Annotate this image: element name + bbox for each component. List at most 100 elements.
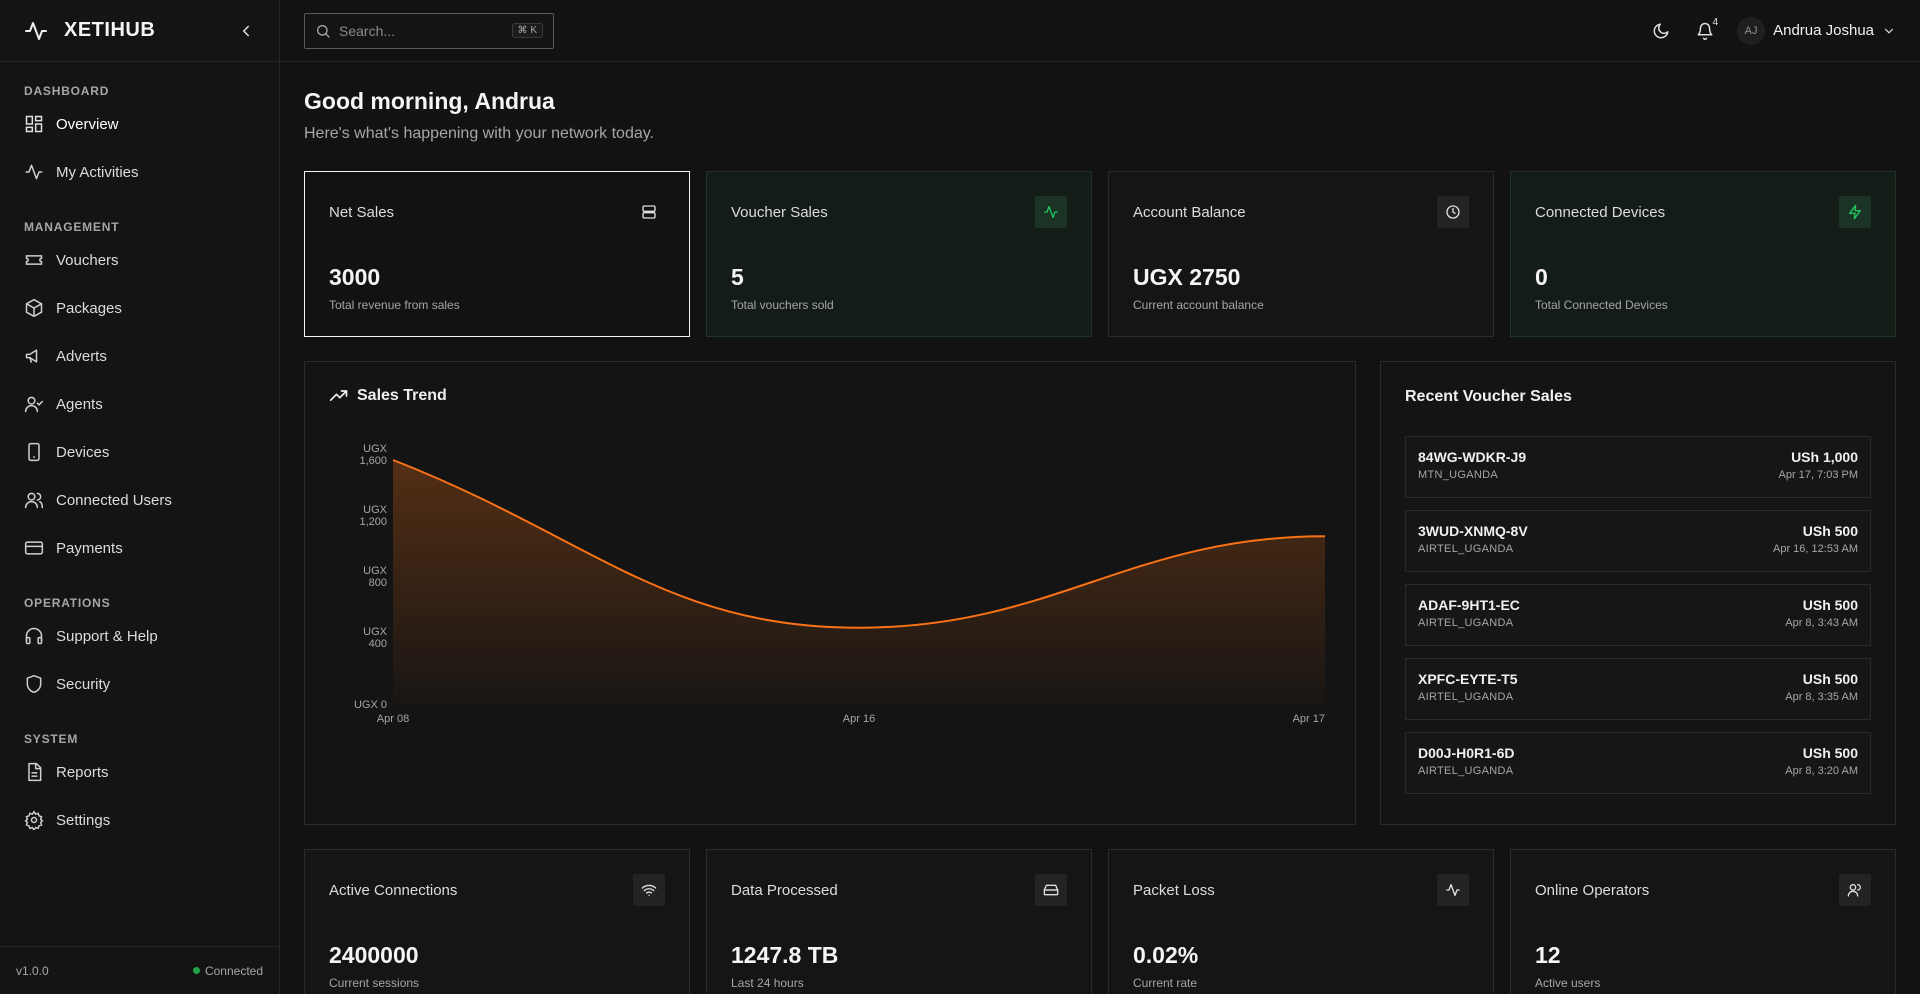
sidebar-nav: DASHBOARD Overview My Activities MANAGEM…	[0, 62, 279, 844]
recent-sales-title: Recent Voucher Sales	[1405, 388, 1572, 405]
voucher-code: D00J-H0R1-6D	[1418, 745, 1515, 761]
stat-card-packet-loss[interactable]: Packet Loss 0.02% Current rate	[1108, 849, 1494, 994]
stat-card-online-operators[interactable]: Online Operators 12 Active users	[1510, 849, 1896, 994]
sidebar-footer: v1.0.0 Connected	[0, 946, 279, 994]
sidebar-item-label: Adverts	[56, 347, 107, 365]
version-label: v1.0.0	[16, 963, 49, 978]
stat-subtitle: Current sessions	[329, 976, 420, 990]
recent-sales-panel: Recent Voucher Sales 84WG-WDKR-J9 MTN_UGA…	[1380, 361, 1896, 825]
logo-activity-icon	[25, 21, 47, 40]
list-item[interactable]: XPFC-EYTE-T5 AIRTEL_UGANDA USh 500 Apr 8, …	[1405, 658, 1871, 720]
sidebar-item-adverts[interactable]: Adverts	[0, 332, 279, 380]
stat-card-connected-devices[interactable]: Connected Devices 0 Total Connected Devi…	[1510, 171, 1896, 337]
stat-value: 2400000	[329, 942, 419, 968]
notifications-button[interactable]: 4	[1687, 13, 1723, 49]
stat-value: 5	[731, 264, 744, 290]
sidebar-item-label: Overview	[56, 115, 119, 133]
nav-section-operations: OPERATIONS	[24, 596, 111, 610]
list-item[interactable]: 84WG-WDKR-J9 MTN_UGANDA USh 1,000 Apr 17, …	[1405, 436, 1871, 498]
voucher-network: AIRTEL_UGANDA	[1418, 765, 1514, 777]
voucher-amount: USh 500	[1802, 671, 1858, 687]
sidebar-item-agents[interactable]: Agents	[0, 380, 279, 428]
stat-title: Packet Loss	[1133, 882, 1215, 899]
hard-drive-icon	[1035, 874, 1067, 906]
voucher-amount: USh 500	[1802, 523, 1858, 539]
stat-title: Net Sales	[329, 204, 395, 221]
voucher-network: AIRTEL_UGANDA	[1418, 617, 1514, 629]
y-tick-label: UGX 400	[363, 626, 388, 650]
sidebar-item-label: Payments	[56, 539, 123, 557]
collapse-sidebar-icon[interactable]	[237, 22, 255, 40]
sales-area-fill	[393, 460, 1325, 704]
sidebar-item-connected-users[interactable]: Connected Users	[0, 476, 279, 524]
list-item[interactable]: ADAF-9HT1-EC AIRTEL_UGANDA USh 500 Apr 8, …	[1405, 584, 1871, 646]
sidebar-item-support[interactable]: Support & Help	[0, 612, 279, 660]
sidebar-item-reports[interactable]: Reports	[0, 748, 279, 796]
search-input[interactable]	[339, 22, 512, 39]
server-icon	[633, 196, 665, 228]
nav-section-dashboard: DASHBOARD	[24, 84, 110, 98]
voucher-time: Apr 17, 7:03 PM	[1778, 469, 1859, 481]
sidebar-item-devices[interactable]: Devices	[0, 428, 279, 476]
search-box[interactable]: ⌘ K	[304, 12, 554, 49]
file-icon	[28, 762, 42, 782]
grid-icon	[25, 115, 43, 133]
main-content: Good morning, Andrua Here's what's happe…	[304, 62, 1896, 994]
stat-title: Connected Devices	[1535, 204, 1666, 221]
headphones-icon	[25, 627, 43, 645]
activity-icon	[25, 164, 43, 180]
sidebar-item-security[interactable]: Security	[0, 660, 279, 708]
voucher-code: 3WUD-XNMQ-8V	[1418, 523, 1528, 539]
voucher-amount: USh 1,000	[1791, 449, 1858, 465]
sidebar-item-payments[interactable]: Payments	[0, 524, 279, 572]
sidebar-item-label: Agents	[56, 395, 103, 413]
stat-title: Account Balance	[1133, 204, 1246, 221]
user-check-icon	[24, 396, 44, 413]
sidebar-item-label: Security	[56, 675, 111, 693]
voucher-amount: USh 500	[1802, 597, 1858, 613]
chart-title-label: Sales Trend	[357, 387, 447, 404]
x-tick-label: Apr 08	[377, 713, 409, 725]
stat-card-voucher-sales[interactable]: Voucher Sales 5 Total vouchers sold	[706, 171, 1092, 337]
user-menu[interactable]: AJ Andrua Joshua	[1737, 16, 1896, 45]
sidebar-item-label: Vouchers	[56, 251, 119, 269]
stat-card-account-balance[interactable]: Account Balance UGX 2750 Current account…	[1108, 171, 1494, 337]
stat-value: 1247.8 TB	[731, 942, 839, 968]
stat-card-data-processed[interactable]: Data Processed 1247.8 TB Last 24 hours	[706, 849, 1092, 994]
voucher-network: AIRTEL_UGANDA	[1418, 543, 1514, 555]
voucher-amount: USh 500	[1802, 745, 1858, 761]
x-tick-label: Apr 17	[1293, 713, 1325, 725]
list-item[interactable]: D00J-H0R1-6D AIRTEL_UGANDA USh 500 Apr 8, …	[1405, 732, 1871, 794]
sidebar-item-packages[interactable]: Packages	[0, 284, 279, 332]
stat-card-active-connections[interactable]: Active Connections 2400000 Current sessi…	[304, 849, 690, 994]
sidebar-item-overview[interactable]: Overview	[0, 100, 279, 148]
theme-toggle-button[interactable]	[1643, 13, 1679, 49]
x-tick-label: Apr 16	[843, 713, 875, 725]
voucher-network: AIRTEL_UGANDA	[1418, 691, 1514, 703]
sidebar-item-settings[interactable]: Settings	[0, 796, 279, 844]
stat-value: 0.02%	[1133, 942, 1199, 968]
sidebar-item-label: My Activities	[56, 163, 139, 181]
sidebar: XETIHUB DASHBOARD Overview My Activities…	[0, 0, 280, 994]
bell-icon	[1697, 22, 1713, 40]
voucher-network: MTN_UGANDA	[1418, 469, 1499, 481]
package-icon	[25, 298, 43, 318]
stat-title: Data Processed	[731, 882, 838, 899]
sidebar-item-vouchers[interactable]: Vouchers	[0, 236, 279, 284]
stat-card-net-sales[interactable]: Net Sales 3000 Total revenue from sales	[304, 171, 690, 337]
list-item[interactable]: 3WUD-XNMQ-8V AIRTEL_UGANDA USh 500 Apr 16,…	[1405, 510, 1871, 572]
stat-subtitle: Last 24 hours	[731, 976, 804, 990]
voucher-time: Apr 16, 12:53 AM	[1773, 543, 1858, 555]
stat-subtitle: Active users	[1535, 976, 1601, 990]
stat-subtitle: Current rate	[1133, 976, 1198, 990]
voucher-code: XPFC-EYTE-T5	[1418, 671, 1518, 687]
sidebar-item-my-activities[interactable]: My Activities	[0, 148, 279, 196]
stat-title: Online Operators	[1535, 882, 1650, 899]
activity-icon	[1035, 196, 1067, 228]
users-icon	[1839, 874, 1871, 906]
stat-value: 12	[1535, 942, 1561, 968]
zap-icon	[1839, 196, 1871, 228]
sales-trend-chart: UGX 0 UGX 400 UGX 800 UGX 1,200 UGX 1,600 Apr 08 A…	[354, 443, 1326, 725]
voucher-code: ADAF-9HT1-EC	[1418, 597, 1520, 613]
sidebar-item-label: Support & Help	[56, 627, 158, 645]
